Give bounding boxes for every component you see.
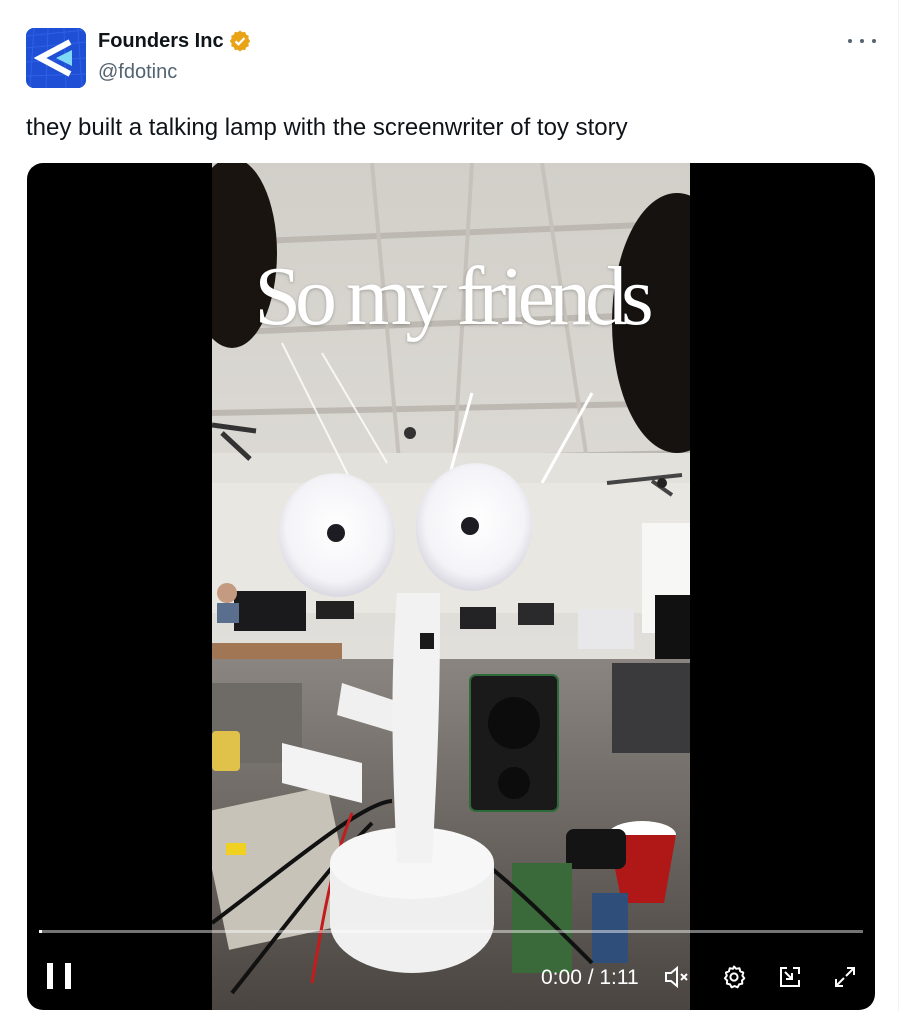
avatar[interactable] <box>26 28 86 88</box>
settings-icon[interactable] <box>721 964 747 990</box>
tweet-text: they built a talking lamp with the scree… <box>26 114 628 141</box>
pip-icon[interactable] <box>777 964 803 990</box>
fullscreen-icon[interactable] <box>832 964 858 990</box>
video-progress-bar[interactable] <box>39 930 863 933</box>
mute-icon[interactable] <box>663 964 689 990</box>
pause-icon[interactable] <box>47 961 71 991</box>
founders-inc-logo-icon <box>26 28 86 88</box>
video-time: 0:00 / 1:11 <box>541 966 639 989</box>
video-player[interactable]: So my friends 0:00 / 1:11 <box>27 163 875 1010</box>
video-frame[interactable]: So my friends <box>212 163 690 1010</box>
more-options-icon[interactable] <box>848 30 876 52</box>
account-handle[interactable]: @fdotinc <box>98 60 177 84</box>
video-progress-fill <box>39 930 43 933</box>
author-row: Founders Inc <box>98 28 252 54</box>
video-caption: So my friends <box>254 250 653 343</box>
display-name[interactable]: Founders Inc <box>98 28 224 54</box>
verified-badge-icon[interactable] <box>228 29 252 53</box>
